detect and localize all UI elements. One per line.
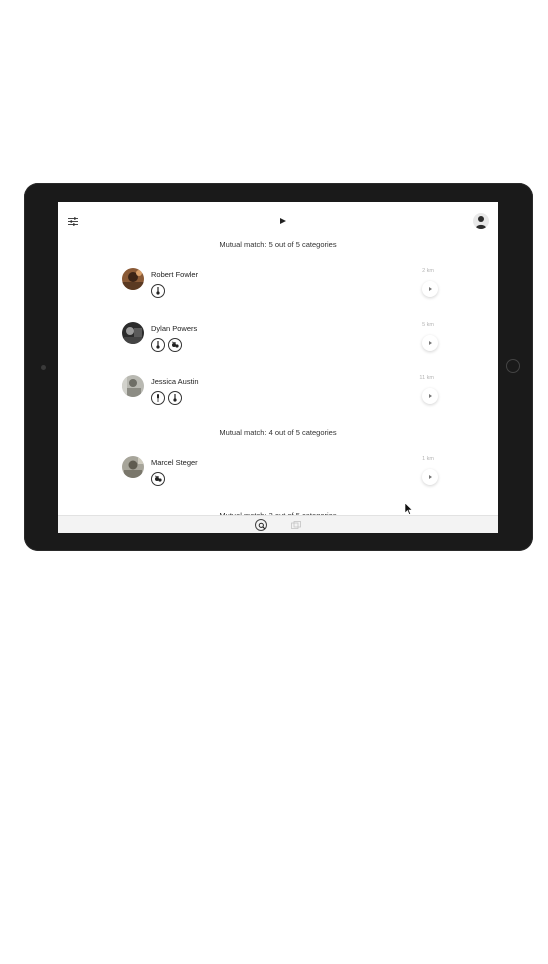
front-camera [41,365,46,370]
mouse-cursor-icon [405,503,413,515]
list-item[interactable]: Marcel Steger 1 km [122,456,438,504]
play-icon[interactable] [280,218,286,224]
cards-icon[interactable] [291,521,301,529]
tablet-device: Mutual match: 5 out of 5 categories Robe… [24,183,533,551]
section-header: Mutual match: 5 out of 5 categories [219,240,337,249]
top-bar [58,202,498,240]
open-profile-button[interactable] [422,335,438,351]
guitar-icon [168,391,182,405]
distance-label: 11 km [419,375,434,381]
person-name: Dylan Powers [151,324,198,333]
profile-avatar[interactable] [473,213,489,229]
category-badges [151,338,182,352]
person-name: Robert Fowler [151,270,199,279]
avatar [122,375,144,397]
section-header: Mutual match: 4 out of 5 categories [219,428,337,437]
search-icon[interactable] [255,519,267,531]
open-profile-button[interactable] [422,281,438,297]
open-profile-button[interactable] [422,469,438,485]
category-badges [151,391,182,405]
open-profile-button[interactable] [422,388,438,404]
avatar [122,322,144,344]
avatar [122,268,144,290]
home-button[interactable] [506,359,520,373]
distance-label: 5 km [422,322,434,328]
page: Mutual match: 5 out of 5 categories Robe… [0,0,548,964]
distance-label: 1 km [422,456,434,462]
filter-icon[interactable] [68,217,78,226]
person-name: Jessica Austin [151,377,199,386]
guitar-icon [151,338,165,352]
drums-icon [168,338,182,352]
avatar [122,456,144,478]
app-screen: Mutual match: 5 out of 5 categories Robe… [58,202,498,533]
guitar-icon [151,284,165,298]
drums-icon [151,472,165,486]
list-item[interactable]: Dylan Powers 5 km [122,322,438,370]
category-badges [151,472,165,486]
person-name: Marcel Steger [151,458,198,467]
distance-label: 2 km [422,268,434,274]
microphone-icon [151,391,165,405]
category-badges [151,284,165,298]
list-item[interactable]: Robert Fowler 2 km [122,268,438,316]
tab-bar [58,515,498,533]
list-item[interactable]: Jessica Austin 11 km [122,375,438,423]
